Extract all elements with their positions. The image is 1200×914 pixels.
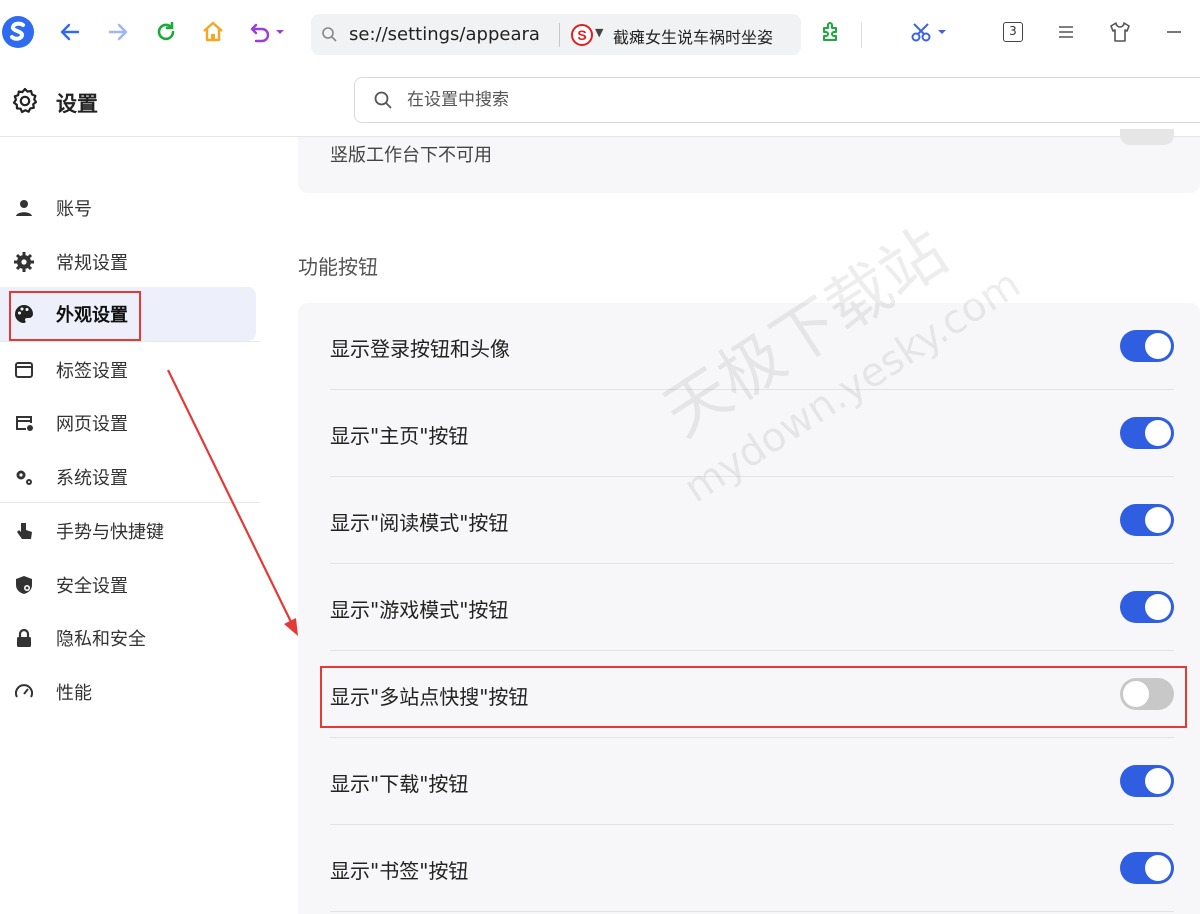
sidebar-item-label: 系统设置 <box>56 468 128 489</box>
system-gears-icon <box>12 465 36 489</box>
setting-row-bookmarks: 显示"书签"按钮 <box>330 825 1174 912</box>
setting-label: 显示"阅读模式"按钮 <box>330 511 509 535</box>
address-bar[interactable]: se://settings/appeara S ▼ 截瘫女生说车祸时坐姿 <box>311 14 801 55</box>
settings-search-input[interactable] <box>407 88 907 112</box>
browser-toolbar: se://settings/appeara S ▼ 截瘫女生说车祸时坐姿 3 <box>0 0 1200 72</box>
tab-window-icon <box>12 358 36 382</box>
toggle-switch[interactable] <box>1120 852 1174 884</box>
sidebar-item-performance[interactable]: 性能 <box>0 665 256 719</box>
skin-shirt-icon[interactable] <box>1102 14 1138 50</box>
address-url[interactable]: se://settings/appeara <box>349 24 540 45</box>
setting-row-reading-mode: 显示"阅读模式"按钮 <box>330 477 1174 564</box>
search-icon <box>322 27 337 42</box>
forward-icon[interactable] <box>100 14 136 50</box>
minimize-icon[interactable] <box>1156 14 1192 50</box>
toggle-knob <box>1145 594 1171 620</box>
toggle-switch[interactable] <box>1120 765 1174 797</box>
back-icon[interactable] <box>52 14 88 50</box>
sidebar-item-general[interactable]: 常规设置 <box>0 235 256 289</box>
toolbar-divider <box>861 22 862 48</box>
previous-settings-card: 竖版工作台下不可用 <box>298 129 1200 193</box>
sidebar-item-label: 标签设置 <box>56 361 128 382</box>
tab-count-button[interactable]: 3 <box>995 14 1031 50</box>
refresh-icon[interactable] <box>148 14 184 50</box>
settings-main: 竖版工作台下不可用 功能按钮 显示登录按钮和头像 显示"主页"按钮 显示"阅读模… <box>298 129 1200 914</box>
sidebar-item-label: 性能 <box>56 683 92 704</box>
browser-logo-icon[interactable] <box>0 14 36 50</box>
setting-label: 显示"下载"按钮 <box>330 772 469 796</box>
toggle-switch[interactable] <box>1120 504 1174 536</box>
settings-gear-icon <box>12 87 38 114</box>
sidebar-item-label: 常规设置 <box>56 253 128 274</box>
toggle-switch[interactable] <box>1120 417 1174 449</box>
annotation-box-multi-site-search <box>320 666 1187 728</box>
annotation-box-appearance <box>9 291 141 341</box>
hot-search-text[interactable]: 截瘫女生说车祸时坐姿 <box>613 24 793 48</box>
home-icon[interactable] <box>195 14 231 50</box>
setting-label: 显示"书签"按钮 <box>330 859 469 883</box>
toggle-switch[interactable] <box>1120 330 1174 362</box>
toggle-knob <box>1145 420 1171 446</box>
address-divider <box>559 23 560 47</box>
setting-row-home-button: 显示"主页"按钮 <box>330 390 1174 477</box>
sidebar-divider <box>0 341 260 342</box>
sidebar-item-label: 手势与快捷键 <box>56 522 164 543</box>
toggle-knob <box>1145 855 1171 881</box>
settings-header: 设置 <box>0 72 1200 137</box>
sidebar-item-label: 账号 <box>56 199 92 220</box>
undo-close-tab-icon[interactable] <box>246 14 290 50</box>
setting-row-game-mode: 显示"游戏模式"按钮 <box>330 564 1174 651</box>
gear-icon <box>12 250 36 274</box>
sidebar-item-account[interactable]: 账号 <box>0 181 256 235</box>
sidebar-item-label: 网页设置 <box>56 414 128 435</box>
setting-label: 显示"主页"按钮 <box>330 424 469 448</box>
toggle-knob <box>1145 507 1171 533</box>
engine-dropdown-icon[interactable]: ▼ <box>595 26 603 39</box>
toggle-knob <box>1145 768 1171 794</box>
setting-label: 显示登录按钮和头像 <box>330 337 510 361</box>
toggle-switch[interactable] <box>1120 591 1174 623</box>
user-icon <box>12 196 36 220</box>
webpage-settings-icon <box>12 411 36 435</box>
row-divider <box>330 911 1174 912</box>
sogou-search-engine-icon[interactable]: S <box>569 22 595 48</box>
section-title-function-buttons: 功能按钮 <box>298 255 378 279</box>
tab-count-badge: 3 <box>1003 22 1023 42</box>
toggle-knob <box>1145 333 1171 359</box>
partial-toggle-disabled <box>1120 129 1174 145</box>
screenshot-scissors-icon[interactable] <box>906 14 950 50</box>
function-buttons-card: 显示登录按钮和头像 显示"主页"按钮 显示"阅读模式"按钮 显示"游戏模式"按钮… <box>298 303 1200 914</box>
settings-search[interactable] <box>354 77 1200 123</box>
setting-label: 显示"游戏模式"按钮 <box>330 598 509 622</box>
sidebar-item-label: 安全设置 <box>56 576 128 597</box>
menu-icon[interactable] <box>1048 14 1084 50</box>
shield-icon <box>12 573 36 597</box>
gauge-icon <box>12 680 36 704</box>
search-icon <box>374 91 392 109</box>
sidebar-item-label: 隐私和安全 <box>56 629 146 650</box>
setting-row-login-avatar: 显示登录按钮和头像 <box>330 303 1174 390</box>
extensions-icon[interactable] <box>812 14 848 50</box>
lock-icon <box>12 626 36 650</box>
svg-text:S: S <box>577 27 586 43</box>
annotation-arrow <box>167 369 298 636</box>
hand-pointer-icon <box>12 519 36 543</box>
page-title: 设置 <box>56 92 98 116</box>
setting-row-download: 显示"下载"按钮 <box>330 738 1174 825</box>
unavailable-note: 竖版工作台下不可用 <box>330 145 492 166</box>
